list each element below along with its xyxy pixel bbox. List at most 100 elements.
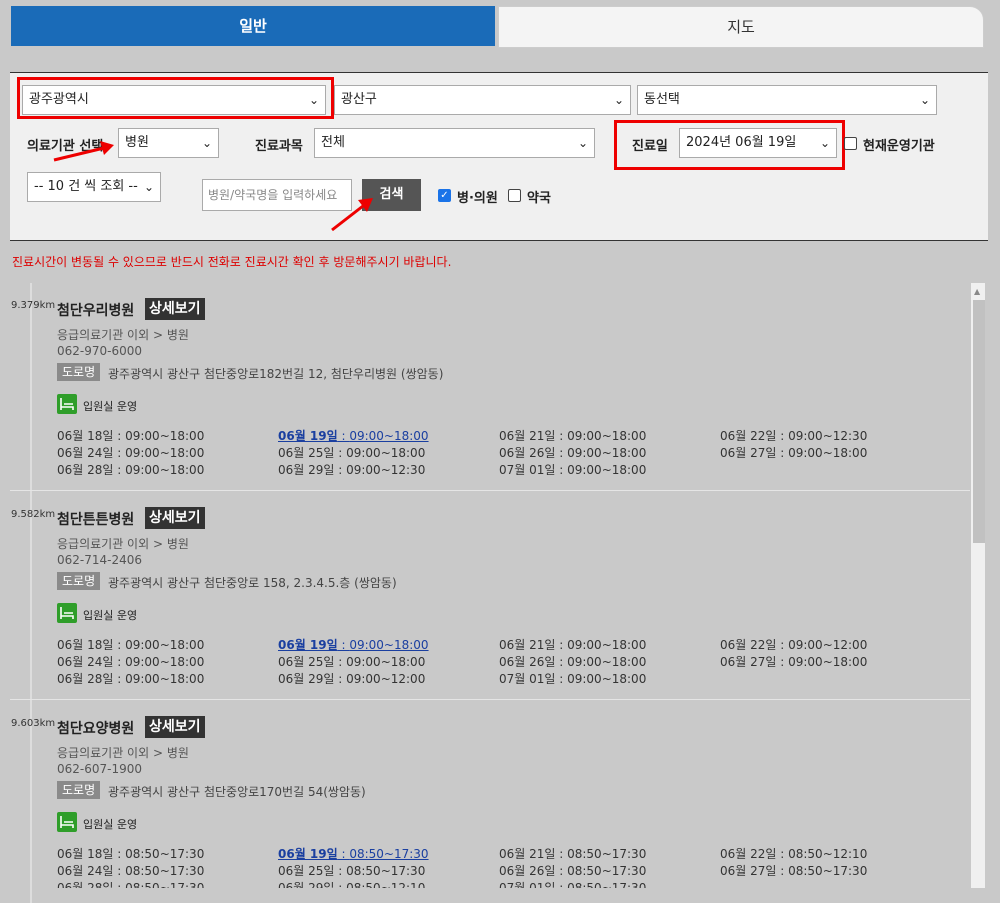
bed-icon — [57, 603, 77, 623]
schedule-entry: 06월 25일 : 09:00~18:00 — [278, 446, 426, 460]
schedule-entry: 06월 24일 : 09:00~18:00 — [57, 655, 205, 669]
schedule-entry: 06월 28일 : 09:00~18:00 — [57, 463, 205, 477]
pharmacy-checkbox[interactable] — [508, 189, 521, 202]
schedule-entry: 06월 29일 : 09:00~12:30 — [278, 463, 426, 477]
phone: 062-607-1900 — [57, 762, 143, 776]
hospital-name[interactable]: 첨단요양병원 — [57, 718, 134, 738]
filter-panel: 광주광역시 ⌄ 광산구 ⌄ 동선택 ⌄ 의료기관 선택 병원 ⌄ 진료과목 전체… — [10, 73, 988, 240]
scrollbar[interactable]: ▲ — [971, 283, 985, 888]
dong-select-value: 동선택 — [644, 92, 680, 107]
schedule-entry: 07월 01일 : 08:50~17:30 — [499, 881, 647, 888]
institution-select-value: 병원 — [125, 135, 149, 150]
schedule-entry: 06월 24일 : 08:50~17:30 — [57, 864, 205, 878]
schedule-entry: 06월 21일 : 08:50~17:30 — [499, 847, 647, 861]
page-size-select[interactable]: -- 10 건 씩 조회 -- ⌄ — [27, 172, 161, 202]
road-badge: 도로명 — [57, 572, 101, 590]
clinic-checkbox[interactable]: ✓ — [438, 189, 451, 202]
schedule-entry[interactable]: 06월 19일 : 09:00~18:00 — [278, 636, 429, 653]
page-size-select-value: -- 10 건 씩 조회 -- — [34, 179, 138, 194]
chevron-down-icon: ⌄ — [201, 136, 212, 150]
tab-bar: 일반 지도 — [10, 6, 985, 48]
bed-label: 입원실 운영 — [83, 818, 138, 831]
hospital-name[interactable]: 첨단우리병원 — [57, 300, 134, 320]
pharmacy-label: 약국 — [527, 191, 551, 206]
schedule-entry: 06월 27일 : 09:00~18:00 — [720, 446, 868, 460]
address: 광주광역시 광산구 첨단중앙로182번길 12, 첨단우리병원 (쌍암동) — [108, 367, 444, 381]
schedule-entry: 06월 18일 : 08:50~17:30 — [57, 847, 205, 861]
clinic-label: 병·의원 — [457, 191, 498, 206]
notice-text: 진료시간이 변동될 수 있으므로 반드시 전화로 진료시간 확인 후 방문해주시… — [12, 255, 452, 269]
card-divider — [10, 699, 970, 700]
department-label: 진료과목 — [255, 139, 303, 154]
dong-select[interactable]: 동선택 ⌄ — [637, 85, 937, 115]
schedule-entry: 06월 29일 : 09:00~12:00 — [278, 672, 426, 686]
result-card: 9.603km 첨단요양병원 상세보기응급의료기관 이외 > 병원 062-607-1… — [10, 701, 970, 888]
tab-map[interactable]: 지도 — [498, 6, 984, 48]
schedule-entry: 06월 26일 : 09:00~18:00 — [499, 446, 647, 460]
schedule-entry: 06월 21일 : 09:00~18:00 — [499, 638, 647, 652]
bed-icon — [57, 394, 77, 414]
department-select[interactable]: 전체 ⌄ — [314, 128, 595, 158]
chevron-down-icon: ⌄ — [919, 93, 930, 107]
hospital-name[interactable]: 첨단튼튼병원 — [57, 509, 134, 529]
detail-button[interactable]: 상세보기 — [145, 507, 205, 529]
category: 응급의료기관 이외 > 병원 — [57, 328, 189, 342]
schedule-entry: 06월 27일 : 08:50~17:30 — [720, 864, 868, 878]
chevron-down-icon: ⌄ — [143, 180, 154, 194]
address: 광주광역시 광산구 첨단중앙로 158, 2.3.4.5.층 (쌍암동) — [108, 576, 397, 590]
highlight-box-date — [614, 120, 845, 170]
scrollbar-thumb[interactable] — [973, 300, 985, 543]
schedule-entry: 06월 25일 : 08:50~17:30 — [278, 864, 426, 878]
current-operating-label: 현재운영기관 — [863, 139, 935, 154]
phone: 062-970-6000 — [57, 344, 143, 358]
distance: 9.603km — [11, 718, 56, 729]
scroll-up-icon[interactable]: ▲ — [974, 287, 980, 296]
bed-icon — [57, 812, 77, 832]
tab-general[interactable]: 일반 — [11, 6, 495, 46]
category: 응급의료기관 이외 > 병원 — [57, 746, 189, 760]
result-card: 9.379km 첨단우리병원 상세보기응급의료기관 이외 > 병원 062-970-6… — [10, 283, 970, 492]
distance: 9.582km — [11, 509, 56, 520]
district-select[interactable]: 광산구 ⌄ — [334, 85, 631, 115]
chevron-down-icon: ⌄ — [577, 136, 588, 150]
bed-label: 입원실 운영 — [83, 609, 138, 622]
result-card: 9.582km 첨단튼튼병원 상세보기응급의료기관 이외 > 병원 062-714-2… — [10, 492, 970, 701]
schedule-entry: 06월 26일 : 08:50~17:30 — [499, 864, 647, 878]
institution-select[interactable]: 병원 ⌄ — [118, 128, 219, 158]
bed-label: 입원실 운영 — [83, 400, 138, 413]
schedule-entry: 07월 01일 : 09:00~18:00 — [499, 672, 647, 686]
schedule-entry[interactable]: 06월 19일 : 08:50~17:30 — [278, 845, 429, 862]
red-arrow-icon — [53, 141, 114, 162]
road-badge: 도로명 — [57, 363, 101, 381]
schedule-entry: 06월 29일 : 08:50~12:10 — [278, 881, 426, 888]
schedule-entry: 06월 24일 : 09:00~18:00 — [57, 446, 205, 460]
schedule-entry[interactable]: 06월 19일 : 09:00~18:00 — [278, 427, 429, 444]
category: 응급의료기관 이외 > 병원 — [57, 537, 189, 551]
highlight-box-city — [17, 77, 334, 119]
schedule-entry: 06월 18일 : 09:00~18:00 — [57, 429, 205, 443]
schedule-entry: 07월 01일 : 09:00~18:00 — [499, 463, 647, 477]
schedule-entry: 06월 22일 : 08:50~12:10 — [720, 847, 868, 861]
divider-bottom — [10, 240, 988, 241]
chevron-down-icon: ⌄ — [613, 93, 624, 107]
schedule-entry: 06월 28일 : 09:00~18:00 — [57, 672, 205, 686]
schedule-entry: 06월 28일 : 08:50~17:30 — [57, 881, 205, 888]
phone: 062-714-2406 — [57, 553, 143, 567]
schedule-entry: 06월 22일 : 09:00~12:30 — [720, 429, 868, 443]
road-badge: 도로명 — [57, 781, 101, 799]
schedule-entry: 06월 21일 : 09:00~18:00 — [499, 429, 647, 443]
schedule-entry: 06월 25일 : 09:00~18:00 — [278, 655, 426, 669]
current-operating-checkbox[interactable] — [844, 137, 857, 150]
red-arrow-icon — [331, 198, 373, 232]
detail-button[interactable]: 상세보기 — [145, 298, 205, 320]
schedule-entry: 06월 22일 : 09:00~12:00 — [720, 638, 868, 652]
schedule-entry: 06월 27일 : 09:00~18:00 — [720, 655, 868, 669]
department-select-value: 전체 — [321, 135, 345, 150]
schedule-entry: 06월 26일 : 09:00~18:00 — [499, 655, 647, 669]
card-divider — [10, 490, 970, 491]
detail-button[interactable]: 상세보기 — [145, 716, 205, 738]
district-select-value: 광산구 — [341, 92, 377, 107]
distance: 9.379km — [11, 300, 56, 311]
schedule-entry: 06월 18일 : 09:00~18:00 — [57, 638, 205, 652]
results-list: 9.379km 첨단우리병원 상세보기 응급의료기관 이외 > 병원 062-970-6… — [10, 283, 985, 888]
